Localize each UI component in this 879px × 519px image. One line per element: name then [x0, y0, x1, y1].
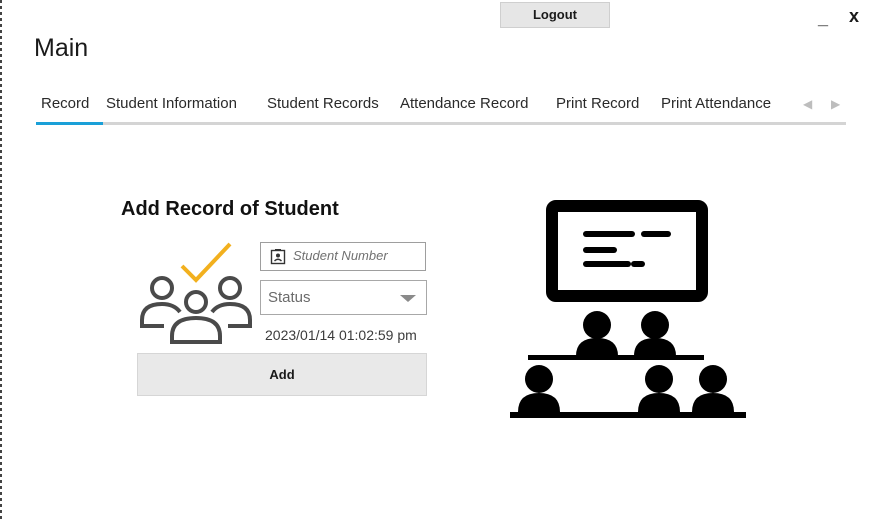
tab-print-record[interactable]: Print Record [556, 94, 639, 114]
logout-button[interactable]: Logout [500, 2, 610, 28]
window-left-border [0, 0, 2, 519]
tab-record[interactable]: Record [41, 94, 89, 114]
active-tab-indicator [36, 122, 103, 125]
add-button[interactable]: Add [137, 353, 427, 396]
students-check-icon [140, 242, 252, 344]
tab-bar: Record Student Information Student Recor… [36, 94, 846, 126]
classroom-icon [510, 200, 746, 418]
tab-student-records[interactable]: Student Records [267, 94, 379, 114]
datetime-label: 2023/01/14 01:02:59 pm [265, 327, 417, 343]
student-number-placeholder: Student Number [293, 248, 388, 263]
tab-print-attendance[interactable]: Print Attendance [661, 94, 771, 114]
close-button[interactable]: x [849, 6, 859, 26]
status-value: Status [268, 289, 311, 306]
tab-student-information[interactable]: Student Information [106, 94, 237, 114]
tab-next-arrow[interactable]: ▶ [831, 94, 840, 114]
minimize-button[interactable]: _ [818, 8, 828, 28]
tab-bar-rule [36, 122, 846, 125]
student-number-input[interactable]: Student Number [260, 242, 426, 271]
id-card-icon [270, 249, 286, 265]
chevron-down-icon [400, 295, 416, 302]
page-title: Main [34, 34, 89, 62]
tab-prev-arrow[interactable]: ◀ [803, 94, 812, 114]
status-dropdown[interactable]: Status [260, 280, 427, 315]
tab-attendance-record[interactable]: Attendance Record [400, 94, 528, 114]
form-heading: Add Record of Student [121, 198, 339, 220]
